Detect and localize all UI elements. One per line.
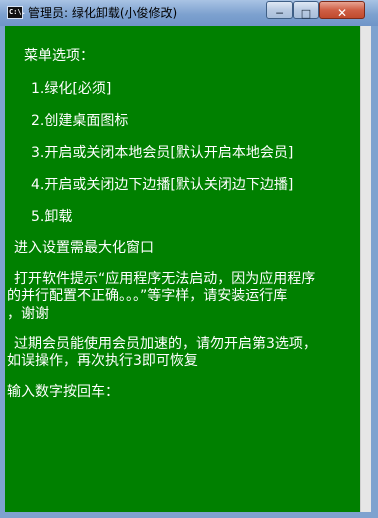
menu-option-3: 3.开启或关闭本地会员[默认开启本地会员] bbox=[31, 145, 294, 161]
minimize-icon: ─ bbox=[276, 7, 283, 20]
maximize-icon: □ bbox=[300, 7, 312, 20]
title-bar[interactable]: C:\. 管理员: 绿化卸载(小俊修改) ─ □ ✕ bbox=[0, 0, 378, 27]
menu-option-5: 5.卸载 bbox=[31, 209, 73, 225]
window-frame-right bbox=[371, 26, 378, 518]
menu-option-1: 1.绿化[必须] bbox=[31, 81, 112, 97]
console-window: C:\. 管理员: 绿化卸载(小俊修改) ─ □ ✕ 菜单选项： 1.绿化[必须… bbox=[0, 0, 378, 518]
notice-runtime-line-3: ，谢谢 bbox=[7, 306, 49, 322]
menu-option-4: 4.开启或关闭边下边播[默认关闭边下边播] bbox=[31, 177, 294, 193]
maximize-button[interactable]: □ bbox=[293, 1, 319, 20]
notice-runtime-line-1: 打开软件提示“应用程序无法启动，因为应用程序 bbox=[14, 271, 316, 287]
menu-heading: 菜单选项： bbox=[24, 48, 94, 64]
menu-option-2: 2.创建桌面图标 bbox=[31, 113, 129, 129]
notice-expired-line-1: 过期会员能使用会员加速的，请勿开启第3选项， bbox=[14, 336, 317, 352]
window-frame-bottom bbox=[0, 512, 378, 518]
minimize-button[interactable]: ─ bbox=[266, 1, 293, 20]
notice-expired-line-2: 如误操作，再次执行3即可恢复 bbox=[7, 353, 198, 369]
console-output[interactable]: 菜单选项： 1.绿化[必须] 2.创建桌面图标 3.开启或关闭本地会员[默认开启… bbox=[5, 26, 360, 512]
close-icon: ✕ bbox=[336, 6, 348, 20]
notice-maximize: 进入设置需最大化窗口 bbox=[14, 240, 154, 256]
notice-runtime-line-2: 的并行配置不正确。。。”等字样，请安装运行库 bbox=[7, 288, 288, 304]
vertical-scrollbar[interactable] bbox=[360, 26, 371, 512]
close-button[interactable]: ✕ bbox=[319, 1, 365, 20]
input-prompt: 输入数字按回车： bbox=[7, 384, 119, 400]
cmd-icon[interactable]: C:\. bbox=[7, 6, 26, 19]
window-title: 管理员: 绿化卸载(小俊修改) bbox=[28, 6, 178, 20]
